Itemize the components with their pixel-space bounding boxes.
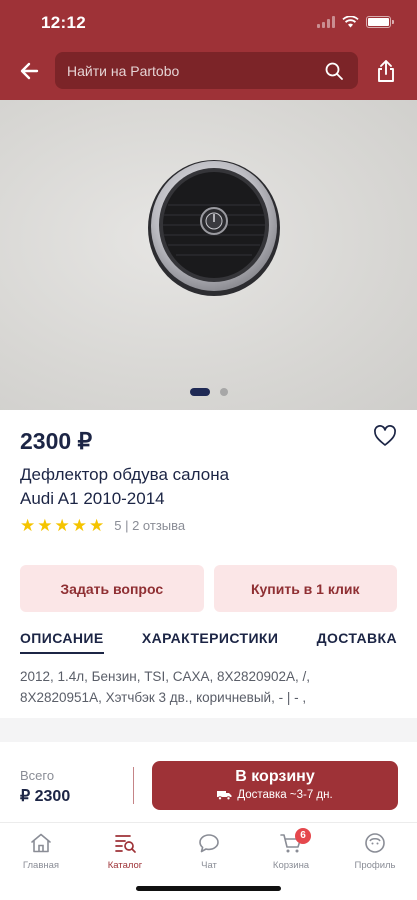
catalog-icon [115,835,136,853]
rating-stars: ★ ★ ★ ★ ★ [20,517,104,534]
star-icon: ★ [37,516,53,535]
star-icon: ★ [54,516,70,535]
tabbar-label-chat: Чат [201,860,217,871]
tabbar-label-profile: Профиль [354,860,396,871]
rating-row[interactable]: ★ ★ ★ ★ ★ 5 | 2 отзыва [20,517,185,534]
tab-description[interactable]: ОПИСАНИЕ [20,630,104,654]
delivery-text: Доставка ~3-7 дн. [237,789,333,801]
product-title-line2: Audi A1 2010-2014 [20,489,165,508]
delivery-info: Доставка ~3-7 дн. [152,789,398,801]
tabbar-item-cart[interactable]: 6 Корзина [259,828,323,871]
app-header: 12:12 [0,0,417,100]
add-to-cart-label: В корзину [235,768,315,785]
signal-icon [317,16,335,28]
buy-one-click-button[interactable]: Купить в 1 клик [213,565,397,612]
home-indicator [136,886,281,891]
product-image-gallery[interactable] [0,100,417,410]
action-buttons: Задать вопрос Купить в 1 клик [20,565,397,612]
back-arrow-icon[interactable] [16,58,44,84]
tabbar-item-profile[interactable]: Профиль [343,831,407,871]
tabbar-item-chat[interactable]: Чат [177,831,241,871]
product-description: 2012, 1.4л, Бензин, TSI, CAXA, 8X2820902… [20,666,400,708]
tab-specifications[interactable]: ХАРАКТЕРИСТИКИ [142,630,278,654]
status-time: 12:12 [41,13,86,32]
product-title-line1: Дефлектор обдува салона [20,465,230,484]
total-label: Всего [20,768,55,783]
search-box[interactable] [55,52,358,89]
cart-badge: 6 [295,828,311,844]
truck-icon [217,791,232,800]
search-input[interactable] [67,52,317,89]
description-line2: 8X2820951A, Хэтчбэк 3 дв., коричневый, -… [20,690,307,705]
total-value: ₽ 2300 [20,788,71,805]
tabbar-label-catalog: Каталог [107,860,143,871]
tabbar-item-home[interactable]: Главная [9,831,73,871]
product-tabs: ОПИСАНИЕ ХАРАКТЕРИСТИКИ ДОСТАВКА [20,630,397,654]
status-bar: 12:12 [0,0,417,46]
nav-row [0,50,417,92]
add-to-cart-button[interactable]: В корзину Доставка ~3-7 дн. [152,761,398,810]
status-icons [317,16,394,28]
heart-icon[interactable] [373,425,397,447]
tabbar-item-catalog[interactable]: Каталог [93,831,157,871]
carousel-dots [0,388,417,396]
carousel-dot-active[interactable] [189,388,210,396]
product-photo [148,160,280,296]
tabbar-label-home: Главная [22,860,60,871]
search-icon[interactable] [324,61,344,81]
share-icon[interactable] [375,58,397,84]
profile-icon [365,833,385,853]
description-line1: 2012, 1.4л, Бензин, TSI, CAXA, 8X2820902… [20,669,311,684]
star-icon: ★ [89,516,105,535]
tab-delivery[interactable]: ДОСТАВКА [317,630,397,654]
star-icon: ★ [71,516,87,535]
battery-icon [366,16,394,28]
star-icon: ★ [20,516,36,535]
wifi-icon [342,16,359,28]
section-divider [0,718,417,742]
carousel-dot[interactable] [219,388,228,396]
tabbar-label-cart: Корзина [272,860,310,871]
rating-text[interactable]: 5 | 2 отзыва [114,518,185,533]
chat-icon [199,834,219,853]
product-title: Дефлектор обдува салона Audi A1 2010-201… [20,463,390,511]
cart-separator [133,767,134,804]
ask-question-button[interactable]: Задать вопрос [20,565,204,612]
home-icon [31,833,51,853]
product-price: 2300 ₽ [20,428,93,454]
